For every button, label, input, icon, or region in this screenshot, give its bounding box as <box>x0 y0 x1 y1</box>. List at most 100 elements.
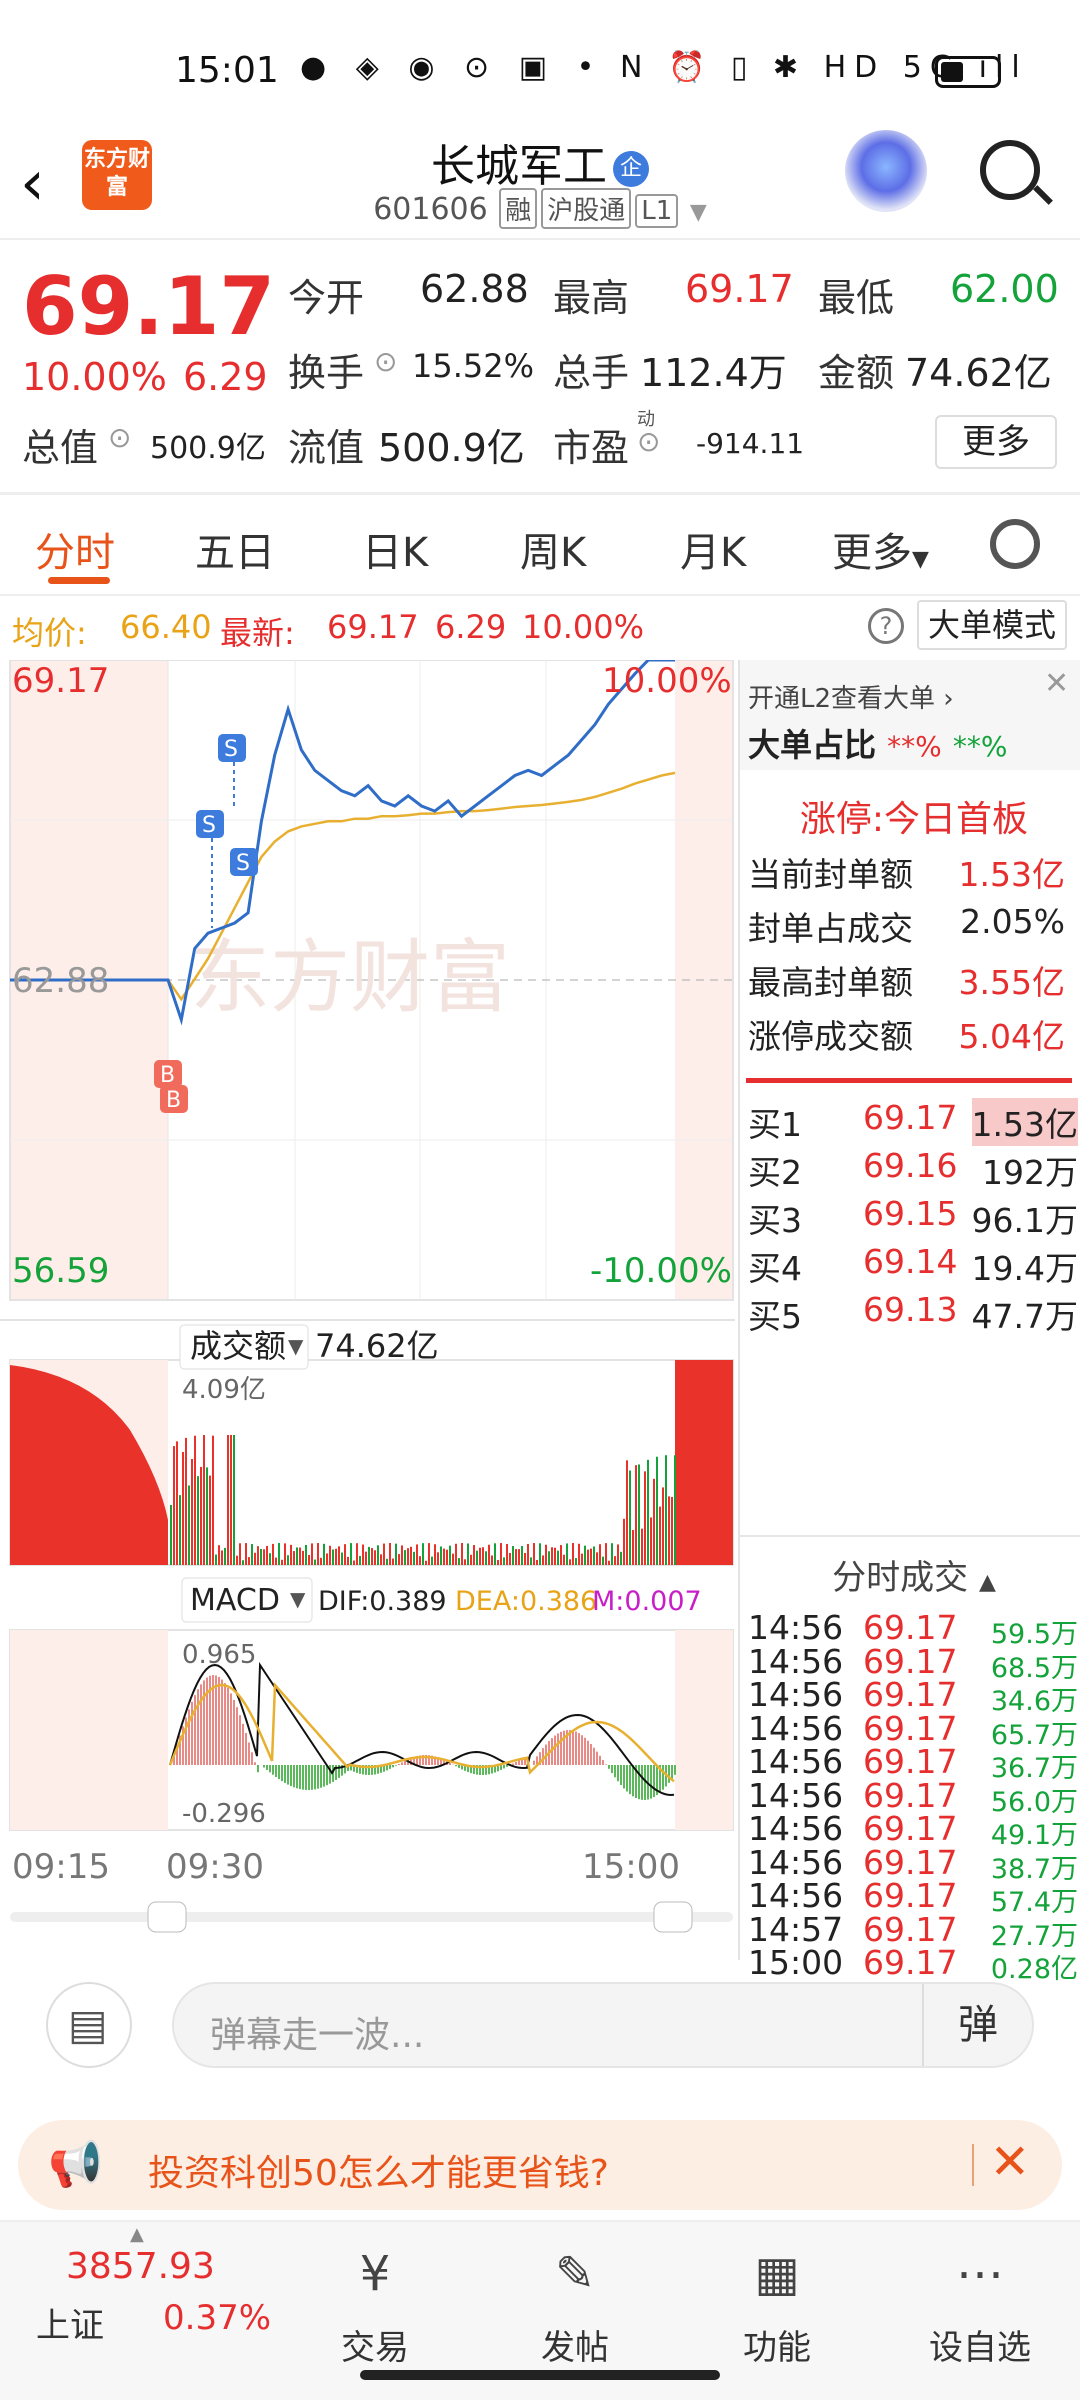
macd-bar <box>401 1762 403 1765</box>
volume-bar <box>314 1559 316 1565</box>
macd-bar <box>557 1733 559 1765</box>
trades-title[interactable]: 分时成交 ▲ <box>748 1550 1080 1599</box>
promo-banner[interactable]: 📢 投资科创50怎么才能更省钱? ✕ <box>18 2120 1062 2210</box>
divider <box>0 238 1080 240</box>
macd-bar <box>611 1765 613 1774</box>
bid-price: 69.17 <box>863 1098 958 1137</box>
tab-intraday[interactable]: 分时 <box>35 520 115 578</box>
nav-trade[interactable]: ¥ 交易 <box>305 2222 445 2369</box>
time-label-close: 15:00 <box>582 1847 680 1887</box>
settings-gear-icon[interactable] <box>990 519 1040 569</box>
promo-text[interactable]: 投资科创50怎么才能更省钱? <box>148 2144 609 2196</box>
range-handle-right[interactable] <box>653 1901 693 1933</box>
macd-bar <box>623 1765 625 1789</box>
nav-post[interactable]: ✎ 发帖 <box>505 2222 645 2369</box>
trade-icon: ¥ <box>359 2246 391 2302</box>
open-label: 今开 <box>288 276 365 320</box>
search-icon[interactable] <box>980 140 1040 200</box>
tab-more[interactable]: 更多▼ <box>832 520 929 578</box>
expand-arrow-icon[interactable]: ▲ <box>130 2224 144 2245</box>
macd-bar <box>293 1765 295 1788</box>
tab-five-day[interactable]: 五日 <box>195 520 275 578</box>
macd-bar <box>218 1676 220 1765</box>
close-icon[interactable]: ✕ <box>1044 666 1069 701</box>
macd-bar <box>593 1747 595 1765</box>
tab-monthly-k[interactable]: 月K <box>680 520 746 578</box>
bid-row[interactable]: 买4 69.14 19.4万 <box>748 1242 1080 1290</box>
volume-bar <box>659 1506 661 1565</box>
volume-bar <box>362 1544 364 1565</box>
volume-bar <box>515 1549 517 1565</box>
volume-bar <box>233 1435 235 1565</box>
bid-row[interactable]: 买5 69.13 47.7万 <box>748 1290 1080 1338</box>
bid-row[interactable]: 买3 69.15 96.1万 <box>748 1194 1080 1242</box>
volume-bar <box>599 1544 601 1565</box>
nav-label: 功能 <box>743 2328 811 2368</box>
info-icon[interactable]: ⊙ <box>374 345 397 378</box>
macd-bar <box>503 1765 505 1769</box>
volume-bar <box>260 1548 262 1565</box>
intraday-chart[interactable]: 东方财富 69.17 10.00% 62.88 56.59 -10.00% S … <box>0 658 735 1960</box>
volume-bar <box>398 1554 400 1565</box>
volume-bar <box>569 1559 571 1565</box>
macd-bar <box>191 1701 193 1765</box>
limit-row-label: 涨停成交额 <box>748 1017 913 1056</box>
volume-bar <box>281 1559 283 1565</box>
macd-bar <box>242 1723 244 1765</box>
volume-bar <box>347 1556 349 1565</box>
limit-row-value: 3.55亿 <box>958 963 1065 1002</box>
limit-divider <box>746 1078 1072 1083</box>
volume-bar <box>545 1544 547 1565</box>
close-promo-icon[interactable]: ✕ <box>990 2134 1030 2190</box>
macd-bar <box>323 1765 325 1787</box>
robot-assistant-icon[interactable] <box>845 130 927 212</box>
danmaku-input[interactable]: 弹幕走一波... 弹 <box>172 1982 1034 2068</box>
danmaku-toggle-button[interactable]: 弹 <box>922 1984 1032 2066</box>
big-order-ratio: 大单占比 **% **% <box>748 720 1080 766</box>
bid-amount: 19.4万 <box>971 1249 1078 1288</box>
info-icon[interactable]: ⊙ <box>108 421 131 454</box>
macd-bar <box>590 1744 592 1765</box>
volume-bar <box>629 1470 631 1565</box>
range-handle-left[interactable] <box>147 1901 187 1933</box>
back-arrow-icon[interactable]: ‹ <box>20 146 45 219</box>
big-order-mode-button[interactable]: 大单模式 <box>917 600 1067 650</box>
right-panel: 开通L2查看大单 › ✕ 大单占比 **% **% 涨停:今日首板 当前封单额 1… <box>738 660 1080 1985</box>
nav-add-watchlist[interactable]: ⋯ 设自选 <box>910 2222 1050 2369</box>
range-scrollbar[interactable] <box>10 1912 733 1922</box>
axis-bottom-price: 56.59 <box>12 1251 109 1291</box>
limit-row-value: 1.53亿 <box>958 855 1065 894</box>
volume-bar <box>443 1548 445 1565</box>
volume-bar <box>218 1545 220 1565</box>
volume-bar <box>671 1496 673 1565</box>
volume-bar <box>608 1560 610 1565</box>
comment-settings-icon[interactable]: ▤ <box>46 1982 132 2068</box>
volume-bar <box>572 1543 574 1565</box>
index-percent[interactable]: 0.37% <box>163 2298 271 2338</box>
volume-bar <box>212 1435 214 1565</box>
dropdown-triangle-icon[interactable]: ▼ <box>690 200 707 225</box>
status-bar: 15:01 ● ◈ ◉ ⊙ ▣ • N ⏰ ▯ ✱ HD 5G ıll <box>0 0 1080 130</box>
open-value: 62.88 <box>420 267 529 311</box>
macd-bar <box>575 1731 577 1765</box>
eastmoney-logo[interactable]: 东方财富 <box>82 140 152 210</box>
info-icon[interactable]: ⊙ <box>637 425 660 458</box>
bid-price: 69.13 <box>863 1290 958 1329</box>
help-icon[interactable]: ? <box>868 608 904 644</box>
index-value[interactable]: 3857.93 <box>66 2246 215 2287</box>
l2-hint-link[interactable]: 开通L2查看大单 › <box>748 678 1080 715</box>
nav-functions[interactable]: ▦ 功能 <box>707 2222 847 2369</box>
volume-bar <box>614 1556 616 1565</box>
index-name[interactable]: 上证 <box>36 2298 104 2347</box>
volume-bar <box>479 1547 481 1565</box>
volume-bar <box>500 1543 502 1565</box>
tab-weekly-k[interactable]: 周K <box>520 520 586 578</box>
macd-bar <box>671 1765 673 1779</box>
bid-row[interactable]: 买2 69.16 192万 <box>748 1146 1080 1194</box>
volume-bar <box>419 1556 421 1565</box>
macd-bar <box>392 1765 394 1768</box>
tab-daily-k[interactable]: 日K <box>362 520 428 578</box>
bid-row[interactable]: 买1 69.17 1.53亿 <box>748 1098 1080 1146</box>
volume-bar <box>677 1486 679 1565</box>
more-button[interactable]: 更多 <box>935 415 1057 469</box>
